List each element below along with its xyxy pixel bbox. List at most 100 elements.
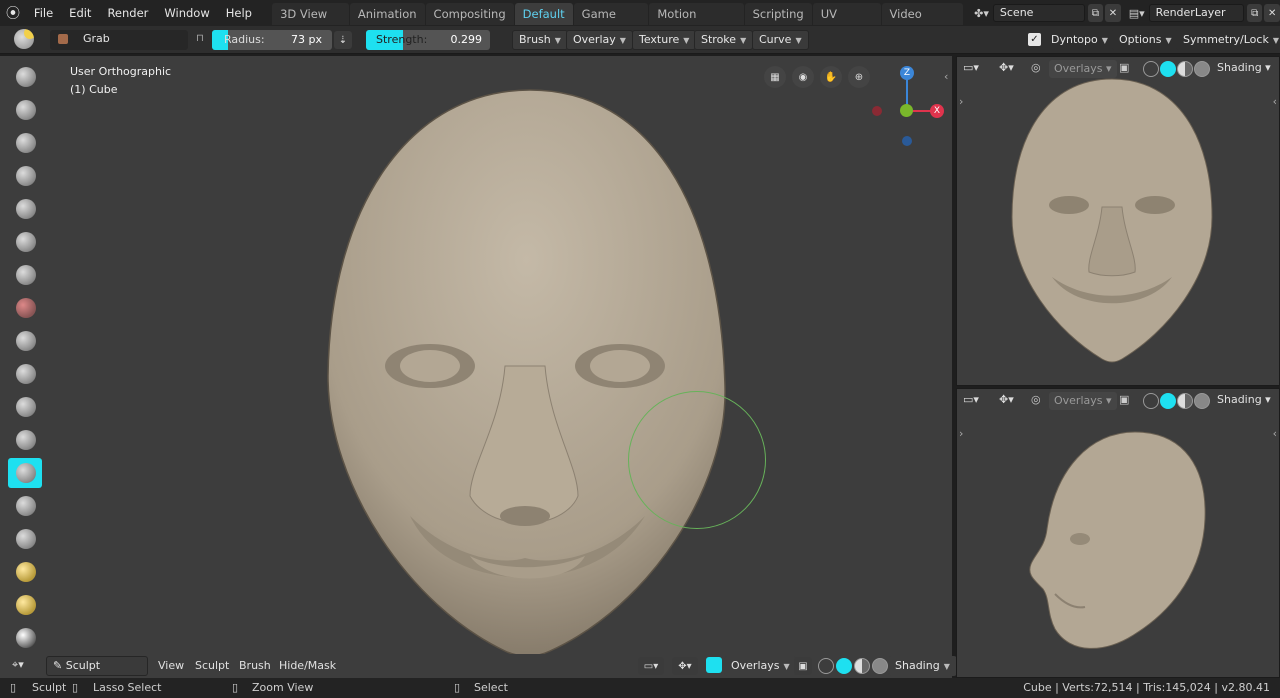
gizmo-y-axis[interactable] [900, 104, 913, 117]
brush-selector[interactable]: Grab [50, 30, 188, 50]
tool-smooth[interactable] [8, 293, 42, 323]
dyntopo-menu[interactable]: Dyntopo ▼ [1044, 30, 1115, 50]
side-top-collapse-left-icon[interactable]: › [959, 95, 963, 108]
tool-mask[interactable] [8, 623, 42, 653]
camera-icon[interactable]: ◉ [792, 66, 814, 88]
side-bottom-editor-icon[interactable]: ▭▾ [963, 393, 979, 406]
menu-view[interactable]: View [158, 659, 184, 672]
tab-compositing[interactable]: Compositing [425, 3, 514, 25]
tab-scripting[interactable]: Scripting [744, 3, 812, 25]
tab-game-logic[interactable]: Game Logic [573, 3, 649, 43]
menu-hide-mask[interactable]: Hide/Mask [279, 659, 336, 672]
render-layer-icon[interactable]: ▤▾ [1129, 7, 1145, 20]
side-bottom-xray-icon[interactable]: ▣ [1119, 393, 1129, 406]
side-bottom-solid-icon[interactable] [1160, 393, 1176, 409]
overlays-toggle-icon[interactable] [706, 657, 722, 673]
tool-flatten[interactable] [8, 326, 42, 356]
side-top-editor-icon[interactable]: ▭▾ [963, 61, 979, 74]
tab-default[interactable]: Default [514, 3, 573, 25]
tab-animation[interactable]: Animation [349, 3, 425, 25]
side-bottom-gizmo-icon[interactable]: ✥▾ [999, 393, 1014, 406]
overlay-menu[interactable]: Overlay ▼ [566, 30, 633, 50]
radius-slider[interactable]: Radius: 73 px [212, 30, 332, 50]
xray-icon[interactable]: ▣ [794, 657, 812, 675]
gizmo-neg-x[interactable] [872, 106, 882, 116]
scene-selector-icon[interactable]: ✤▾ [974, 7, 989, 20]
pan-hand-icon[interactable]: ✋ [820, 66, 842, 88]
tool-nudge[interactable] [8, 557, 42, 587]
menu-window[interactable]: Window [156, 0, 217, 26]
tool-clay[interactable] [8, 95, 42, 125]
scene-field[interactable]: Scene [992, 4, 1085, 22]
wireframe-shading-icon[interactable] [818, 658, 834, 674]
menu-file[interactable]: File [26, 0, 61, 26]
brush-menu[interactable]: Brush ▼ [512, 30, 568, 50]
side-viewport-top[interactable]: ▭▾ ✥▾ ◎ Overlays ▾ ▣ Shading ▾ › ‹ [956, 56, 1280, 386]
side-top-render-icon[interactable] [1194, 61, 1210, 77]
tab-uv-editing[interactable]: UV Editing [812, 3, 881, 43]
side-top-overlays-icon[interactable]: ◎ [1031, 61, 1041, 74]
side-bottom-render-icon[interactable] [1194, 393, 1210, 409]
side-bottom-material-icon[interactable] [1177, 393, 1193, 409]
side-top-solid-icon[interactable] [1160, 61, 1176, 77]
tool-thumb[interactable] [8, 524, 42, 554]
radius-pressure-icon[interactable]: ⇣ [334, 31, 352, 49]
side-top-shading-menu[interactable]: Shading ▾ [1217, 61, 1271, 74]
tool-fill[interactable] [8, 359, 42, 389]
tool-snake-hook[interactable] [8, 491, 42, 521]
side-top-xray-icon[interactable]: ▣ [1119, 61, 1129, 74]
menu-edit[interactable]: Edit [61, 0, 99, 26]
solid-shading-icon[interactable] [836, 658, 852, 674]
gizmo-toggle-icon[interactable]: ✥▾ [672, 657, 698, 675]
tab-video-editing[interactable]: Video Editing [881, 3, 964, 43]
side-top-wire-icon[interactable] [1143, 61, 1159, 77]
tab-motion-tracking[interactable]: Motion Tracking [649, 3, 744, 43]
side-bottom-wire-icon[interactable] [1143, 393, 1159, 409]
grid-view-icon[interactable]: ▦ [764, 66, 786, 88]
menu-sculpt[interactable]: Sculpt [195, 659, 229, 672]
material-shading-icon[interactable] [854, 658, 870, 674]
side-top-overlays-menu[interactable]: Overlays ▾ [1049, 60, 1117, 78]
tool-inflate[interactable] [8, 194, 42, 224]
zoom-icon[interactable]: ⊕ [848, 66, 870, 88]
side-bottom-collapse-right-icon[interactable]: ‹ [1273, 427, 1277, 440]
render-layer-copy-icon[interactable]: ⧉ [1246, 4, 1263, 22]
sculpt-mesh[interactable] [320, 86, 740, 686]
tool-scrape[interactable] [8, 392, 42, 422]
tool-blob[interactable] [8, 227, 42, 257]
editor-type-icon[interactable]: ⌖▾ [12, 658, 24, 672]
strength-slider[interactable]: Strength: 0.299 [366, 30, 490, 50]
dyntopo-checkbox[interactable]: ✓ [1028, 33, 1041, 46]
symmetry-menu[interactable]: Symmetry/Lock ▼ [1176, 30, 1280, 50]
tool-draw[interactable] [8, 62, 42, 92]
tool-clay-strips[interactable] [8, 128, 42, 158]
side-bottom-overlays-menu[interactable]: Overlays ▾ [1049, 392, 1117, 410]
object-type-visibility-icon[interactable]: ▭▾ [638, 657, 664, 675]
render-layer-field[interactable]: RenderLayer [1148, 4, 1244, 22]
tool-crease[interactable] [8, 260, 42, 290]
mode-selector[interactable]: ✎ Sculpt Mode▼ [46, 656, 148, 690]
curve-menu[interactable]: Curve ▼ [752, 30, 809, 50]
side-top-collapse-right-icon[interactable]: ‹ [1273, 95, 1277, 108]
render-layer-close-icon[interactable]: ✕ [1264, 4, 1280, 22]
tool-rotate[interactable] [8, 590, 42, 620]
navigation-gizmo[interactable]: Z X [868, 64, 948, 150]
gizmo-neg-z[interactable] [902, 136, 912, 146]
tool-layer[interactable] [8, 161, 42, 191]
sidebar-toggle-icon[interactable]: ‹ [944, 70, 948, 83]
scene-close-icon[interactable]: ✕ [1105, 4, 1121, 22]
overlays-menu[interactable]: Overlays ▼ [724, 656, 797, 676]
side-bottom-overlays-icon[interactable]: ◎ [1031, 393, 1041, 406]
gizmo-x-axis[interactable]: X [930, 104, 944, 118]
side-viewport-bottom[interactable]: ▭▾ ✥▾ ◎ Overlays ▾ ▣ Shading ▾ › ‹ [956, 388, 1280, 678]
menu-help[interactable]: Help [218, 0, 260, 26]
texture-menu[interactable]: Texture ▼ [632, 30, 697, 50]
tab-3d-view-full[interactable]: 3D View Full [272, 3, 349, 43]
menu-render[interactable]: Render [99, 0, 156, 26]
side-top-material-icon[interactable] [1177, 61, 1193, 77]
tool-grab[interactable] [8, 458, 42, 488]
gizmo-z-axis[interactable]: Z [900, 66, 914, 80]
side-bottom-shading-menu[interactable]: Shading ▾ [1217, 393, 1271, 406]
active-brush-icon[interactable] [14, 29, 34, 49]
stroke-menu[interactable]: Stroke ▼ [694, 30, 754, 50]
